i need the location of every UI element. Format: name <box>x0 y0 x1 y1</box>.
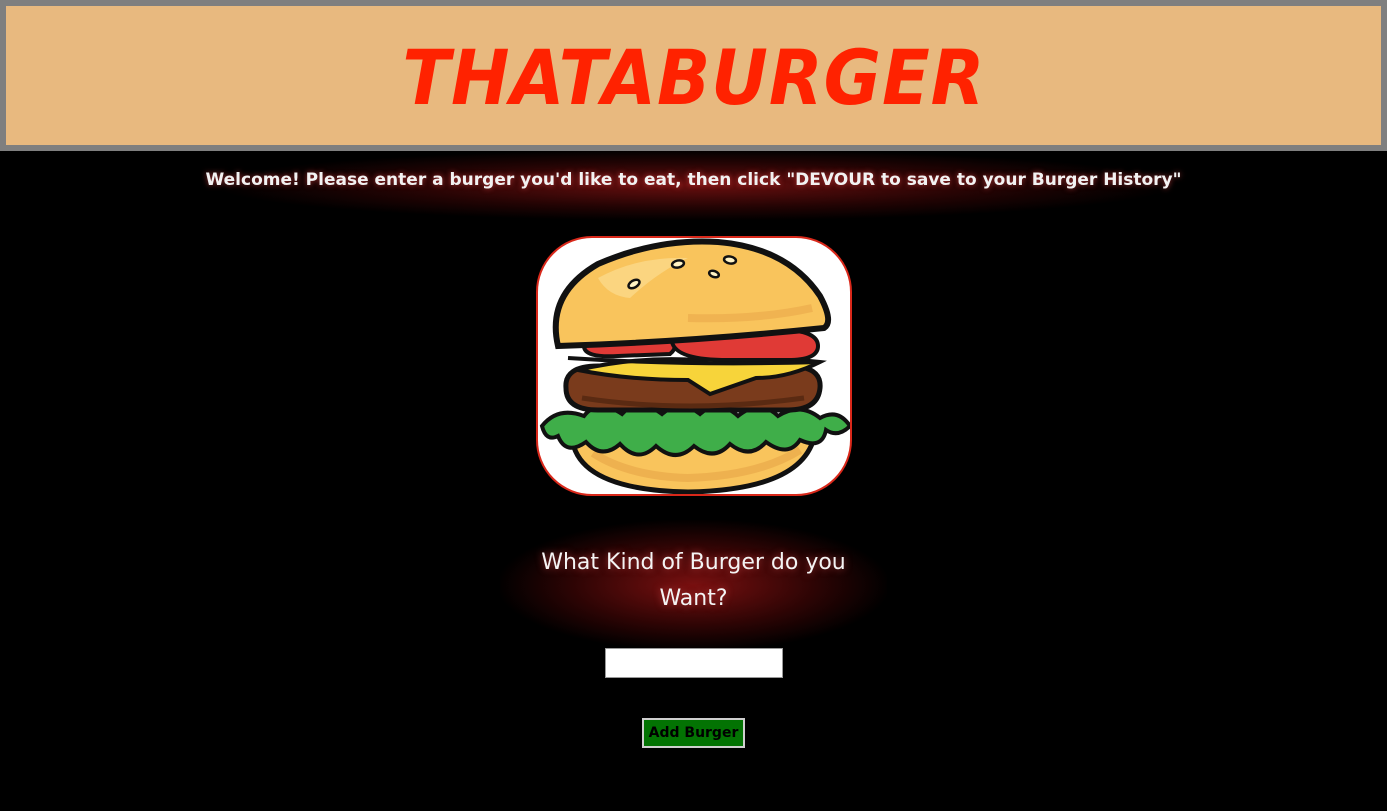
burger-image <box>536 236 852 496</box>
brand-title: THATABURGER <box>401 33 986 122</box>
welcome-message: Welcome! Please enter a burger you'd lik… <box>205 170 1182 190</box>
site-header: THATABURGER <box>0 0 1387 151</box>
burger-question-label: What Kind of Burger do you Want? <box>541 550 846 611</box>
add-burger-button[interactable]: Add Burger <box>642 718 745 748</box>
burger-name-input[interactable] <box>605 648 783 678</box>
burger-illustration-icon <box>539 238 850 494</box>
